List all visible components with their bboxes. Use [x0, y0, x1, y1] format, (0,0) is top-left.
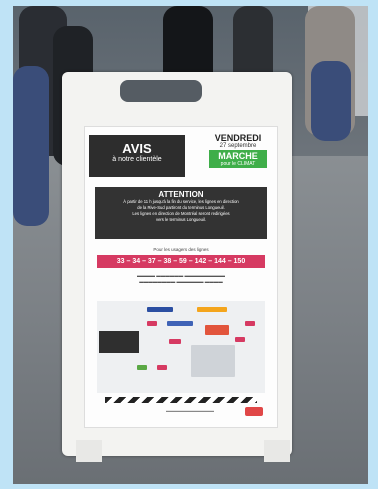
note-text: ▬▬▬▬ ▬▬▬▬▬▬ ▬▬▬▬▬▬▬▬▬ ▬▬▬▬▬▬▬▬ ▬▬▬▬▬▬ ▬▬▬… — [136, 273, 225, 284]
avis-title: AVIS — [122, 141, 152, 156]
operator-logo — [245, 407, 263, 416]
map-zone — [167, 321, 193, 326]
hazard-stripe — [105, 397, 257, 403]
attention-line: vers le terminus Longueuil. — [155, 217, 207, 222]
attention-title: ATTENTION — [158, 190, 204, 199]
map-stop — [169, 339, 181, 344]
map-stop — [137, 365, 147, 370]
map-zone — [147, 307, 173, 312]
board-leg-right — [264, 440, 290, 462]
terminus-map — [97, 301, 265, 393]
notice-poster: AVIS à notre clientèle VENDREDI 27 septe… — [84, 126, 278, 428]
date-day: VENDREDI — [214, 133, 262, 143]
map-stop — [157, 365, 167, 370]
avis-box: AVIS à notre clientèle — [89, 135, 185, 177]
date-number: 27 septembre — [219, 143, 257, 149]
map-stop — [147, 321, 157, 326]
pedestrian — [13, 66, 49, 226]
handle-hole — [120, 80, 202, 102]
marche-label: MARCHE — [218, 151, 258, 161]
map-zone — [197, 307, 227, 312]
map-stop — [245, 321, 255, 326]
board-leg-left — [76, 440, 102, 462]
map-stop — [235, 337, 245, 342]
avis-subtitle: à notre clientèle — [112, 156, 162, 163]
route-numbers-banner: 33 – 34 – 37 – 38 – 59 – 142 – 144 – 150 — [97, 255, 265, 268]
date-box: VENDREDI 27 septembre MARCHE pour le CLI… — [203, 133, 273, 177]
footer-text: ▬▬▬▬▬▬▬▬▬▬▬▬ — [166, 408, 214, 413]
pedestrian — [311, 61, 351, 141]
map-legend — [99, 331, 139, 353]
marche-sublabel: pour le CLIMAT — [220, 161, 256, 167]
usagers-text: Pour les usagers des lignes — [153, 247, 209, 252]
map-zone — [205, 325, 229, 335]
map-building — [191, 345, 235, 377]
marche-badge: MARCHE pour le CLIMAT — [209, 150, 267, 168]
attention-box: ATTENTION À partir de 11 h jusqu'à la fi… — [95, 187, 267, 239]
